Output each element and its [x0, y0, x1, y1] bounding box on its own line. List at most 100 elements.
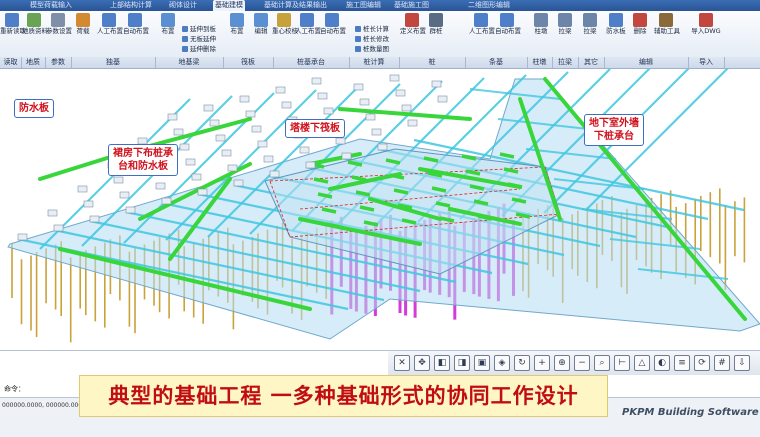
- geology-button[interactable]: 地质资料: [22, 13, 48, 43]
- tab-foundation-model[interactable]: 基础建模: [213, 0, 245, 11]
- measure-icon[interactable]: ⊢: [614, 355, 630, 371]
- center-check-button[interactable]: 重心校核: [272, 13, 298, 43]
- pile-cap: [365, 113, 376, 121]
- tab-foundation-drawing[interactable]: 基础施工图: [392, 0, 431, 11]
- view-front-icon[interactable]: ◧: [434, 355, 450, 371]
- pile-cap: [83, 200, 94, 208]
- pan-icon[interactable]: ✥: [414, 355, 430, 371]
- pile-cap: [323, 107, 334, 115]
- pile-cap: [185, 158, 196, 166]
- manual-place-icon: [102, 13, 116, 27]
- zoom-in-icon[interactable]: +: [534, 355, 550, 371]
- pile-group-button[interactable]: 群桩: [424, 13, 448, 43]
- geology-icon: [27, 13, 41, 27]
- tab-foundation-calc[interactable]: 基础计算及结果输出: [262, 0, 329, 11]
- rotate-icon[interactable]: ↻: [514, 355, 530, 371]
- zoom-window-icon[interactable]: ✕: [394, 355, 410, 371]
- pile-cap: [203, 104, 214, 112]
- footing-auto-button[interactable]: 自动布置: [123, 13, 149, 43]
- extend-to-slab-button[interactable]: 延伸到板: [182, 25, 216, 33]
- delete-button[interactable]: 删除: [628, 13, 652, 43]
- strip-manual-button[interactable]: 人工布置: [469, 13, 495, 43]
- raft-edit-button[interactable]: 编辑: [249, 13, 273, 43]
- pier-button[interactable]: 柱墩: [529, 13, 553, 43]
- command-label: 命令：: [4, 385, 25, 393]
- pile-cap: [371, 128, 382, 136]
- tools-icon: [659, 13, 673, 27]
- group-other: 其它: [578, 57, 605, 68]
- pile-define-button[interactable]: 定义布置: [400, 13, 426, 43]
- grade-beam-place-button[interactable]: 布置: [156, 13, 180, 43]
- pile-cap: [389, 74, 400, 82]
- zoom-extents-icon[interactable]: ⊕: [554, 355, 570, 371]
- tie-beam2-button[interactable]: 拉梁: [578, 13, 602, 43]
- tab-model-load[interactable]: 模型荷载输入: [28, 0, 74, 11]
- pile-cap: [77, 185, 88, 193]
- view-iso-icon[interactable]: ◈: [494, 355, 510, 371]
- search-icon[interactable]: ⌕: [594, 355, 610, 371]
- view-side-icon[interactable]: ◨: [454, 355, 470, 371]
- reload-button[interactable]: 重新读取: [0, 13, 26, 43]
- cap-manual-button[interactable]: 人工布置: [295, 13, 321, 43]
- group-raft: 筏板: [223, 57, 274, 68]
- group-read: 读取: [0, 57, 22, 68]
- pile-cap: [113, 176, 124, 184]
- load-button[interactable]: 荷载: [71, 13, 95, 43]
- pile-cap: [155, 182, 166, 190]
- pile-cap: [317, 92, 328, 100]
- pile-count-map-button[interactable]: 桩数量图: [355, 45, 389, 53]
- model-viewport[interactable]: 防水板 裙房下布桩承 台和防水板 塔楼下筏板 地下室外墙 下桩承台: [0, 69, 760, 350]
- pile-cap: [407, 119, 418, 127]
- settings-button[interactable]: 参数设置: [46, 13, 72, 43]
- pile-length-edit-button[interactable]: 桩长修改: [355, 35, 389, 43]
- pile-cap: [401, 104, 412, 112]
- strip-auto-button[interactable]: 自动布置: [495, 13, 521, 43]
- pile-cap: [437, 95, 448, 103]
- tab-structure-calc[interactable]: 上部结构计算: [108, 0, 154, 11]
- extend-no-slab-button[interactable]: 无板延伸: [182, 35, 216, 43]
- render-icon[interactable]: ◐: [654, 355, 670, 371]
- pile-cap: [281, 101, 292, 109]
- view-toolbar: ✕ ✥ ◧ ◨ ▣ ◈ ↻ + ⊕ − ⌕ ⊢ △ ◐ ≡ ⟳ # ⇩: [388, 350, 760, 375]
- pile-cap: [179, 143, 190, 151]
- group-pier: 柱墩: [527, 57, 553, 68]
- pile-cap: [395, 89, 406, 97]
- tab-2d-edit[interactable]: 二维图形编辑: [466, 0, 512, 11]
- pile-length-calc-button[interactable]: 桩长计算: [355, 25, 389, 33]
- pile-group-icon: [429, 13, 443, 27]
- extend-delete-button[interactable]: 延伸删除: [182, 45, 216, 53]
- tab-drawing-edit[interactable]: 施工图编辑: [344, 0, 383, 11]
- tie-beam-button[interactable]: 拉梁: [553, 13, 577, 43]
- tools-button[interactable]: 辅助工具: [654, 13, 680, 43]
- raft-place-button[interactable]: 布置: [225, 13, 249, 43]
- group-grade-beam: 地基梁: [155, 57, 224, 68]
- pile-cap: [431, 80, 442, 88]
- redraw-icon[interactable]: ⟳: [694, 355, 710, 371]
- import-dwg-button[interactable]: 导入DWG: [690, 13, 722, 43]
- beam-place-icon: [161, 13, 175, 27]
- group-footing: 独基: [71, 57, 156, 68]
- zoom-out-icon[interactable]: −: [574, 355, 590, 371]
- group-params: 参数: [45, 57, 72, 68]
- waterproof-icon: [609, 13, 623, 27]
- group-import: 导入: [688, 57, 725, 68]
- view-top-icon[interactable]: ▣: [474, 355, 490, 371]
- tab-masonry[interactable]: 砌体设计: [167, 0, 199, 11]
- pile-cap: [167, 113, 178, 121]
- layers-icon[interactable]: ≡: [674, 355, 690, 371]
- pile-cap: [221, 149, 232, 157]
- pile-cap: [47, 209, 58, 217]
- export-icon[interactable]: ⇩: [734, 355, 750, 371]
- cap-auto-button[interactable]: 自动布置: [320, 13, 346, 43]
- waterproof-slab-button[interactable]: 防水板: [604, 13, 628, 43]
- footing-manual-button[interactable]: 人工布置: [97, 13, 123, 43]
- tie-beam-icon: [558, 13, 572, 27]
- grid-toggle-icon[interactable]: #: [714, 355, 730, 371]
- pile-cap: [53, 224, 64, 232]
- callout-podium-piles: 裙房下布桩承 台和防水板: [108, 144, 178, 176]
- settings-icon: [51, 13, 65, 27]
- coordinate-readout: 000000.0000, 000000.0000: [2, 402, 86, 409]
- wireframe-icon[interactable]: △: [634, 355, 650, 371]
- group-geology: 地质: [21, 57, 46, 68]
- pile-cap: [335, 137, 346, 145]
